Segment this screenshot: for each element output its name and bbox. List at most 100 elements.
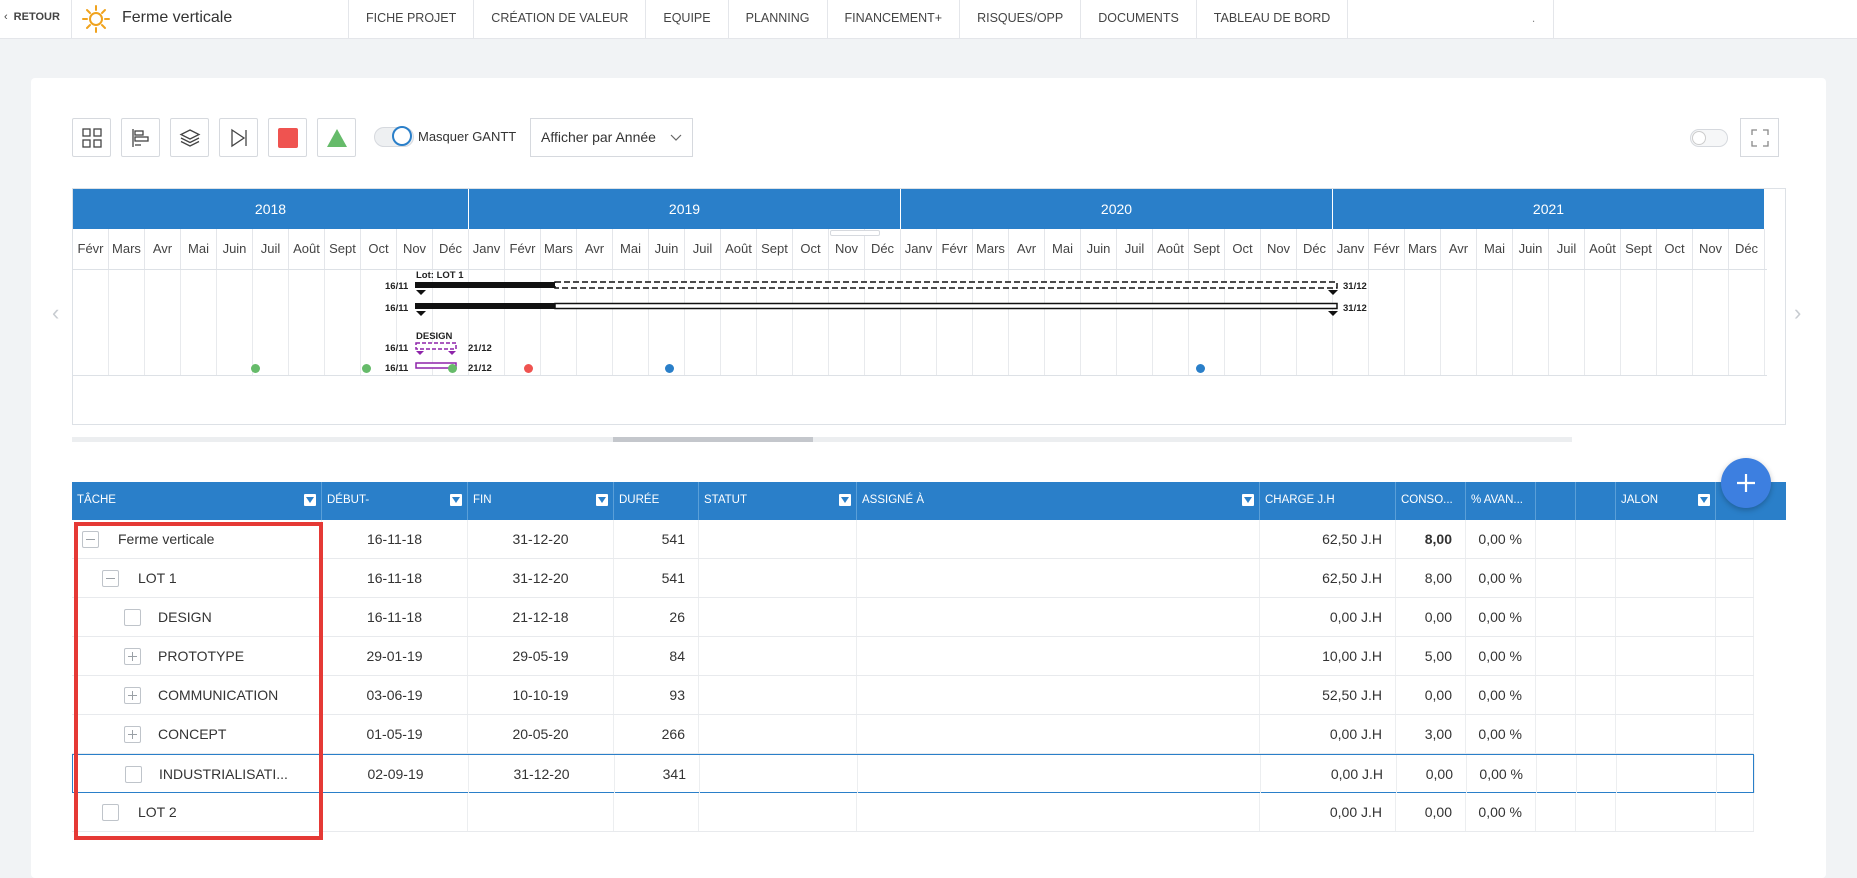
jalon-cell[interactable] (1616, 520, 1716, 558)
start-date-cell[interactable]: 29-01-19 (322, 637, 468, 675)
end-date-cell[interactable] (468, 793, 614, 831)
empty-cell[interactable] (1576, 637, 1616, 675)
triangle-button[interactable] (317, 118, 356, 157)
empty-cell[interactable] (1536, 793, 1576, 831)
empty-cell[interactable] (1536, 676, 1576, 714)
avancement-cell[interactable]: 0,00 % (1466, 598, 1536, 636)
collapse-icon[interactable] (82, 531, 99, 548)
assignee-cell[interactable] (857, 559, 1260, 597)
empty-cell[interactable] (1716, 559, 1754, 597)
duration-cell[interactable]: 26 (614, 598, 699, 636)
duration-cell[interactable]: 541 (614, 520, 699, 558)
avancement-cell[interactable]: 0,00 % (1467, 755, 1537, 793)
expand-icon[interactable] (124, 648, 141, 665)
column-header-jalon[interactable]: JALON (1616, 482, 1716, 520)
start-date-cell[interactable]: 16-11-18 (322, 598, 468, 636)
conso-cell[interactable]: 3,00 (1396, 715, 1466, 753)
assignee-cell[interactable] (857, 598, 1260, 636)
column-header-tache[interactable]: TÂCHE (72, 482, 322, 520)
layers-button[interactable] (170, 118, 209, 157)
end-date-cell[interactable]: 21-12-18 (468, 598, 614, 636)
jalon-cell[interactable] (1616, 676, 1716, 714)
empty-cell[interactable] (1576, 793, 1616, 831)
duration-cell[interactable]: 541 (614, 559, 699, 597)
conso-cell[interactable]: 0,00 (1396, 793, 1466, 831)
lot-planned-bar[interactable] (415, 281, 1340, 301)
empty-cell[interactable] (1716, 793, 1754, 831)
table-row[interactable]: COMMUNICATION 03-06-19 10-10-19 93 52,50 J.H… (72, 676, 1754, 715)
assignee-cell[interactable] (857, 520, 1260, 558)
empty-cell[interactable] (1536, 637, 1576, 675)
end-date-cell[interactable]: 31-12-20 (469, 755, 615, 793)
column-header-debut[interactable]: DÉBUT- (322, 482, 468, 520)
filter-icon[interactable] (1242, 494, 1254, 506)
chevron-left-icon[interactable]: ‹ (52, 300, 59, 326)
start-date-cell[interactable] (322, 793, 468, 831)
empty-cell[interactable] (1577, 755, 1617, 793)
avancement-cell[interactable]: 0,00 % (1466, 676, 1536, 714)
empty-cell[interactable] (1576, 559, 1616, 597)
column-header-duree[interactable]: DURÉE (614, 482, 699, 520)
empty-cell[interactable] (1537, 755, 1577, 793)
empty-cell[interactable] (1576, 715, 1616, 753)
empty-cell[interactable] (1536, 598, 1576, 636)
start-date-cell[interactable]: 16-11-18 (322, 520, 468, 558)
tab-financement[interactable]: FINANCEMENT+ (828, 0, 961, 38)
options-toggle[interactable] (1690, 129, 1728, 147)
empty-cell[interactable] (1716, 637, 1754, 675)
filter-icon[interactable] (839, 494, 851, 506)
assignee-cell[interactable] (857, 637, 1260, 675)
milestone-dot[interactable] (448, 364, 457, 373)
jalon-cell[interactable] (1616, 559, 1716, 597)
empty-cell[interactable] (1716, 520, 1754, 558)
grid-view-button[interactable] (72, 118, 111, 157)
milestone-dot[interactable] (524, 364, 533, 373)
table-row[interactable]: PROTOTYPE 29-01-19 29-05-19 84 10,00 J.H 5,00… (72, 637, 1754, 676)
avancement-cell[interactable]: 0,00 % (1466, 520, 1536, 558)
assignee-cell[interactable] (857, 715, 1260, 753)
table-row[interactable]: CONCEPT 01-05-19 20-05-20 266 0,00 J.H 3,00 0,… (72, 715, 1754, 754)
filter-icon[interactable] (596, 494, 608, 506)
expand-icon[interactable] (124, 687, 141, 704)
charge-cell[interactable]: 62,50 J.H (1260, 559, 1396, 597)
charge-cell[interactable]: 0,00 J.H (1260, 715, 1396, 753)
chevron-right-icon[interactable]: › (1794, 300, 1801, 326)
expand-icon[interactable] (124, 726, 141, 743)
duration-cell[interactable]: 341 (615, 755, 700, 793)
checkbox[interactable] (124, 609, 141, 626)
empty-cell[interactable] (1536, 520, 1576, 558)
task-name-cell[interactable]: LOT 2 (72, 793, 322, 831)
status-cell[interactable] (700, 755, 858, 793)
jalon-cell[interactable] (1616, 598, 1716, 636)
jalon-cell[interactable] (1616, 637, 1716, 675)
tab-equipe[interactable]: EQUIPE (646, 0, 729, 38)
charge-cell[interactable]: 10,00 J.H (1260, 637, 1396, 675)
status-cell[interactable] (699, 715, 857, 753)
back-button[interactable]: ‹ RETOUR (4, 11, 60, 23)
status-cell[interactable] (699, 676, 857, 714)
assignee-cell[interactable] (858, 755, 1261, 793)
conso-cell[interactable]: 0,00 (1396, 676, 1466, 714)
end-date-cell[interactable]: 20-05-20 (468, 715, 614, 753)
milestone-dot[interactable] (1196, 364, 1205, 373)
status-cell[interactable] (699, 793, 857, 831)
start-date-cell[interactable]: 02-09-19 (323, 755, 469, 793)
status-cell[interactable] (699, 559, 857, 597)
charge-cell[interactable]: 0,00 J.H (1260, 793, 1396, 831)
collapse-icon[interactable] (102, 570, 119, 587)
task-name-cell[interactable]: LOT 1 (72, 559, 322, 597)
tab-planning[interactable]: PLANNING (729, 0, 828, 38)
design-actual-bar[interactable] (415, 362, 465, 374)
task-name-cell[interactable]: Ferme verticale (72, 520, 322, 558)
column-header-avancement[interactable]: % AVAN... (1466, 482, 1536, 520)
empty-cell[interactable] (1716, 715, 1754, 753)
tab-risques-opp[interactable]: RISQUES/OPP (960, 0, 1082, 38)
scrollbar-thumb[interactable] (613, 437, 813, 442)
tab-fiche-projet[interactable]: FICHE PROJET (348, 0, 475, 38)
end-date-cell[interactable]: 10-10-19 (468, 676, 614, 714)
column-header-fin[interactable]: FIN (468, 482, 614, 520)
milestone-dot[interactable] (362, 364, 371, 373)
duration-cell[interactable] (614, 793, 699, 831)
column-header-conso[interactable]: CONSO... (1396, 482, 1466, 520)
conso-cell[interactable]: 8,00 (1396, 559, 1466, 597)
